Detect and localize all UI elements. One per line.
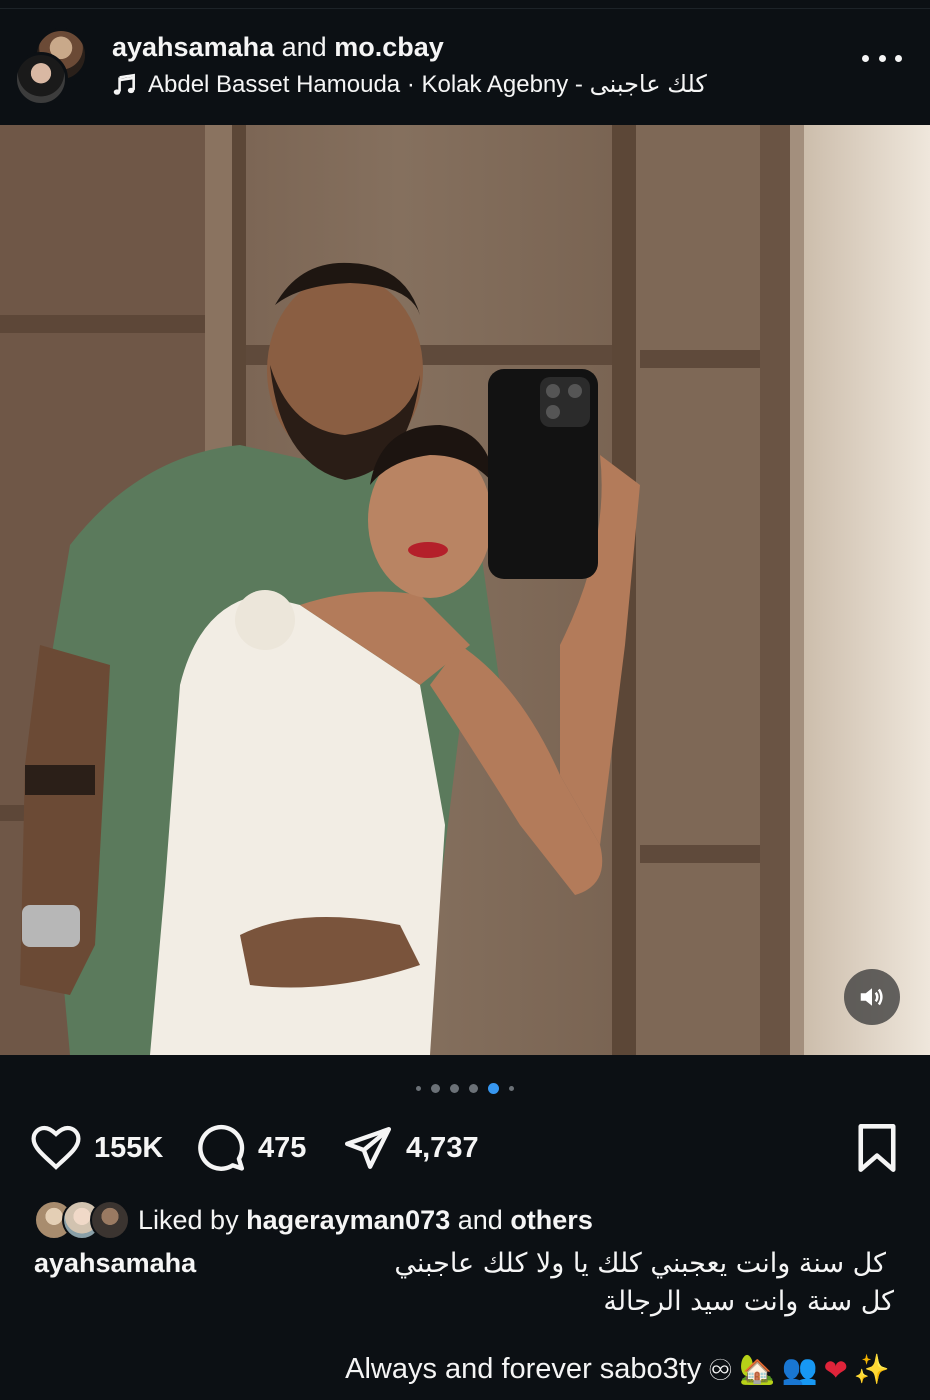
post-authors: ayahsamaha and mo.cbay (112, 32, 444, 63)
heart-emoji: ❤ (823, 1352, 848, 1387)
people-emoji: 👥 (781, 1352, 818, 1386)
liked-by-user[interactable]: hagerayman073 (246, 1205, 450, 1236)
author-avatars[interactable] (14, 28, 88, 106)
sound-toggle-button[interactable] (844, 969, 900, 1025)
carousel-dot (450, 1083, 459, 1093)
author-primary[interactable]: ayahsamaha (112, 32, 274, 62)
comment-count[interactable]: 475 (258, 1132, 306, 1165)
author-joiner: and (281, 32, 327, 62)
carousel-dot-active (488, 1082, 499, 1094)
caption-line-3-text: Always and forever sabo3ty (345, 1353, 702, 1385)
music-note-icon (113, 73, 135, 95)
carousel-dot (509, 1085, 514, 1091)
bookmark-icon (858, 1124, 896, 1172)
like-button[interactable]: 155K (30, 1120, 163, 1176)
liked-by-avatars[interactable] (34, 1200, 132, 1240)
caption-username[interactable]: ayahsamaha (34, 1248, 196, 1279)
speaker-icon (860, 988, 883, 1006)
heart-icon (31, 1125, 81, 1170)
caption-line-3: Always and forever sabo3ty ♾ 🏡 👥 ❤ ✨ (345, 1352, 890, 1387)
caption-line-1: كل سنة وانت يعجبني كلك يا ولا كلك عاجبني (394, 1248, 886, 1279)
share-icon (344, 1127, 392, 1169)
caption-line-2: كل سنة وانت سيد الرجالة (603, 1286, 894, 1317)
music-label: Abdel Basset Hamouda · Kolak Agebny - كل… (148, 71, 707, 98)
carousel-dot (416, 1085, 421, 1091)
selfie-image (0, 125, 930, 1055)
carousel-dot (469, 1083, 478, 1093)
liked-by[interactable]: Liked by hagerayman073 and others (34, 1198, 593, 1242)
comment-button[interactable]: 475 (196, 1120, 306, 1176)
like-count[interactable]: 155K (94, 1132, 163, 1165)
share-button[interactable]: 4,737 (342, 1120, 479, 1176)
house-emoji: 🏡 (739, 1352, 776, 1386)
carousel-indicator (0, 1080, 930, 1096)
action-bar: 155K 475 4,737 (30, 1120, 900, 1176)
comment-icon (198, 1124, 245, 1171)
avatar (90, 1200, 130, 1240)
sparkles-emoji: ✨ (853, 1352, 890, 1386)
post-photo[interactable] (0, 125, 930, 1055)
music-attribution[interactable]: Abdel Basset Hamouda · Kolak Agebny - كل… (112, 70, 707, 99)
infinity-emoji: ♾ (707, 1352, 734, 1387)
author-secondary[interactable]: mo.cbay (334, 32, 444, 62)
liked-by-others[interactable]: others (510, 1205, 593, 1236)
post-header: ayahsamaha and mo.cbay Abdel Basset Hamo… (0, 18, 930, 118)
share-count[interactable]: 4,737 (406, 1132, 479, 1165)
caption-emojis: ♾ 🏡 👥 ❤ ✨ (707, 1352, 890, 1387)
more-options-icon[interactable] (862, 48, 902, 68)
save-button[interactable] (854, 1122, 900, 1179)
liked-by-prefix: Liked by (138, 1204, 239, 1235)
top-edge (0, 0, 930, 9)
avatar-ayahsamaha[interactable] (14, 52, 68, 106)
carousel-dot (431, 1083, 440, 1093)
liked-by-joiner: and (457, 1204, 503, 1235)
